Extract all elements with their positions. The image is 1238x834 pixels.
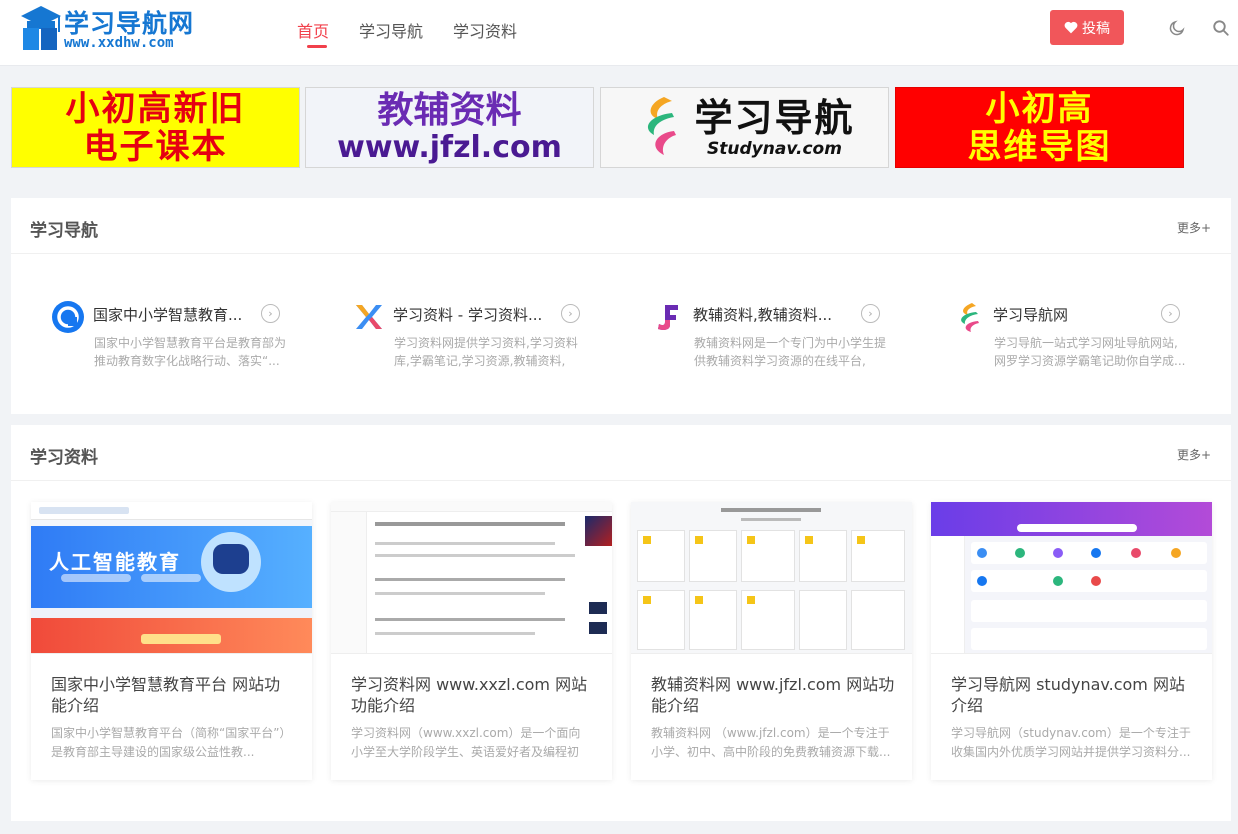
site-desc: 国家中小学智慧教育平台是教育部为推动教育数字化战略行动、落实“... <box>94 336 287 368</box>
article-desc: 学习导航网（studynav.com）是一个专注于收集国内外优质学习网站并提供学… <box>951 726 1191 759</box>
site-desc: 教辅资料网是一个专门为中小学生提供教辅资料学习资源的在线平台,教... <box>694 336 887 368</box>
search-icon[interactable] <box>1212 19 1230 37</box>
banner-line: www.jfzl.com <box>337 129 562 165</box>
article-desc: 教辅资料网 （www.jfzl.com）是一个专注于小学、初中、高中阶段的免费教… <box>651 726 891 759</box>
arrow-right-icon[interactable]: › <box>861 304 880 323</box>
submit-label: 投稿 <box>1082 20 1110 37</box>
article-card[interactable]: 学习资料网 www.xxzl.com 网站功能介绍 学习资料网（www.xxzl… <box>331 502 612 780</box>
main-nav: 首页 学习导航 学习资料 <box>297 18 517 48</box>
article-title[interactable]: 国家中小学智慧教育平台 网站功能介绍 <box>51 674 296 716</box>
jfzl-logo-icon <box>658 305 678 330</box>
arrow-right-icon[interactable]: › <box>261 304 280 323</box>
more-link[interactable]: 更多+ <box>1177 219 1211 236</box>
site-name: 学习资料 - 学习资料... <box>393 306 543 324</box>
site-name: 国家中小学智慧教育... <box>93 306 243 324</box>
site-card[interactable]: 学习导航网 › 学习导航一站式学习网址导航网站,网罗学习资源学霸笔记助你自学成.… <box>922 296 1185 376</box>
more-link[interactable]: 更多+ <box>1177 446 1211 463</box>
site-name: 学习导航网 <box>993 306 1069 324</box>
submit-button[interactable]: 投稿 <box>1050 10 1124 45</box>
top-header: 学习导航网 www.xxdhw.com 首页 学习导航 学习资料 投稿 <box>0 0 1238 66</box>
moon-icon[interactable] <box>1168 19 1186 37</box>
studynav-logo-icon <box>961 303 979 332</box>
banner-line: 学习导航 <box>694 95 855 140</box>
smartedu-logo-icon <box>52 301 84 333</box>
article-title[interactable]: 教辅资料网 www.jfzl.com 网站功能介绍 <box>651 674 896 716</box>
site-logo[interactable]: 学习导航网 www.xxdhw.com <box>20 4 210 54</box>
nav-item-home[interactable]: 首页 <box>297 18 329 48</box>
arrow-right-icon[interactable]: › <box>561 304 580 323</box>
banner-mindmap[interactable]: 小初高 思维导图 <box>895 87 1184 168</box>
banner-line: 教辅资料 <box>377 89 522 131</box>
banner-studynav[interactable]: 学习导航 Studynav.com <box>600 87 889 168</box>
nav-item-study-nav[interactable]: 学习导航 <box>359 18 423 48</box>
banner-row: 小初高新旧 电子课本 教辅资料 www.jfzl.com 学习导航 Studyn… <box>11 87 1186 169</box>
site-desc: 学习导航一站式学习网址导航网站,网罗学习资源学霸笔记助你自学成... <box>994 336 1186 368</box>
section-header: 学习导航 更多+ <box>11 198 1231 254</box>
banner-line: 电子课本 <box>83 126 228 167</box>
article-thumbnail[interactable] <box>931 502 1212 654</box>
logo-url: www.xxdhw.com <box>64 35 174 51</box>
graduation-cap-icon <box>21 6 61 50</box>
article-thumbnail[interactable] <box>331 502 612 654</box>
article-title[interactable]: 学习资料网 www.xxzl.com 网站功能介绍 <box>351 674 596 716</box>
article-title[interactable]: 学习导航网 studynav.com 网站介绍 <box>951 674 1196 716</box>
article-thumbnail[interactable]: 人工智能教育 <box>31 502 312 654</box>
study-nav-section: 学习导航 更多+ 国家中小学智慧教育... › 国家中小学智慧教育平台是教育部为… <box>11 198 1231 414</box>
site-card[interactable]: 学习资料 - 学习资料... › 学习资料网提供学习资料,学习资料库,学霸笔记,… <box>322 296 582 376</box>
banner-line: 小初高新旧 <box>65 88 246 129</box>
banner-line: 思维导图 <box>967 126 1112 167</box>
banner-line: 小初高 <box>985 88 1094 129</box>
article-desc: 国家中小学智慧教育平台（简称“国家平台”）是教育部主导建设的国家级公益性教... <box>51 726 286 759</box>
heart-icon <box>1064 21 1078 34</box>
banner-textbooks[interactable]: 小初高新旧 电子课本 <box>11 87 300 168</box>
section-header: 学习资料 更多+ <box>11 425 1231 481</box>
article-desc: 学习资料网（www.xxzl.com）是一个面向小学至大学阶段学生、英语爱好者及… <box>351 726 581 759</box>
arrow-right-icon[interactable]: › <box>1161 304 1180 323</box>
section-title: 学习资料 <box>30 448 98 468</box>
site-card[interactable]: 教辅资料,教辅资料... › 教辅资料网是一个专门为中小学生提供教辅资料学习资源… <box>622 296 886 376</box>
site-desc: 学习资料网提供学习资料,学习资料库,学霸笔记,学习资源,教辅资料,教... <box>394 336 578 368</box>
studynav-logo-icon <box>648 96 677 155</box>
article-card[interactable]: 人工智能教育 国家中小学智慧教育平台 网站功能介绍 国家中小学智慧教育平台（简称… <box>31 502 312 780</box>
thumbnail-banner-text: 人工智能教育 <box>49 550 181 574</box>
site-name: 教辅资料,教辅资料... <box>693 306 833 324</box>
study-materials-section: 学习资料 更多+ 人工智能教育 国家中小学智慧教育平台 网站功能介绍 国家中小学… <box>11 425 1231 821</box>
site-card[interactable]: 国家中小学智慧教育... › 国家中小学智慧教育平台是教育部为推动教育数字化战略… <box>22 296 286 376</box>
article-card[interactable]: 教辅资料网 www.jfzl.com 网站功能介绍 教辅资料网 （www.jfz… <box>631 502 912 780</box>
nav-item-study-materials[interactable]: 学习资料 <box>453 18 517 48</box>
xxzl-logo-icon <box>356 305 382 329</box>
section-title: 学习导航 <box>30 221 98 241</box>
banner-line: Studynav.com <box>707 138 842 159</box>
article-card[interactable]: 学习导航网 studynav.com 网站介绍 学习导航网（studynav.c… <box>931 502 1212 780</box>
banner-jfzl[interactable]: 教辅资料 www.jfzl.com <box>305 87 594 168</box>
article-thumbnail[interactable] <box>631 502 912 654</box>
